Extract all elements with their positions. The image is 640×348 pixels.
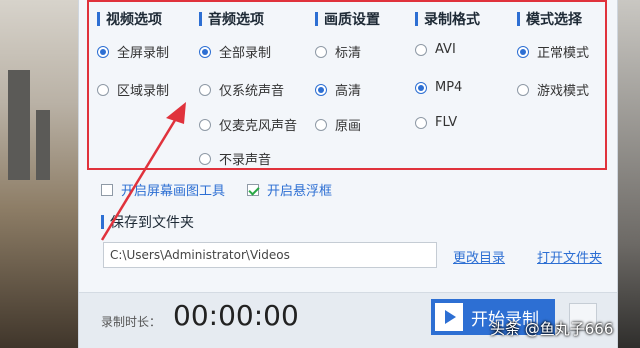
quality-options-column: 画质设置 标清 高清 原画: [315, 2, 415, 168]
section-bar-icon: [415, 12, 418, 26]
open-folder-link[interactable]: 打开文件夹: [537, 247, 602, 266]
duration-value: 00:00:00: [173, 299, 299, 332]
radio-icon: [199, 45, 211, 58]
radio-icon: [315, 45, 327, 58]
radio-icon: [97, 83, 109, 96]
save-folder-title: 保存到文件夹: [101, 212, 194, 232]
radio-icon: [199, 118, 211, 131]
radio-record-all[interactable]: 全部录制: [199, 42, 271, 61]
radio-icon: [315, 83, 327, 96]
section-bar-icon: [315, 12, 318, 26]
options-panel: 视频选项 全屏录制 区域录制 音频选项 全部录制 仅系统声音 仅麦克风声音 不录…: [87, 0, 607, 170]
radio-mic-only[interactable]: 仅麦克风声音: [199, 115, 297, 134]
radio-original[interactable]: 原画: [315, 115, 361, 134]
radio-flv[interactable]: FLV: [415, 115, 457, 130]
radio-icon: [199, 83, 211, 96]
feature-toggles: 开启屏幕画图工具 开启悬浮框: [101, 180, 332, 199]
radio-hd[interactable]: 高清: [315, 80, 361, 99]
radio-no-audio[interactable]: 不录声音: [199, 149, 271, 168]
mode-options-header: 模式选择: [517, 9, 582, 29]
radio-sd[interactable]: 标清: [315, 42, 361, 61]
audio-options-header: 音频选项: [199, 9, 264, 29]
play-icon: [435, 303, 463, 331]
radio-icon: [415, 43, 427, 56]
radio-icon: [199, 152, 211, 165]
quality-options-header: 画质设置: [315, 9, 380, 29]
radio-icon: [315, 118, 327, 131]
radio-avi[interactable]: AVI: [415, 42, 456, 57]
section-bar-icon: [97, 12, 100, 26]
brush-tool-checkbox[interactable]: 开启屏幕画图工具: [101, 180, 225, 199]
radio-icon: [415, 81, 427, 94]
duration-label: 录制时长：: [101, 315, 162, 329]
building-silhouette: [36, 110, 50, 180]
save-path-field[interactable]: C:\Users\Administrator\Videos: [103, 242, 437, 268]
radio-game-mode[interactable]: 游戏模式: [517, 80, 589, 99]
radio-mp4[interactable]: MP4: [415, 80, 462, 95]
recorder-window: 视频选项 全屏录制 区域录制 音频选项 全部录制 仅系统声音 仅麦克风声音 不录…: [78, 0, 618, 348]
video-options-header: 视频选项: [97, 9, 162, 29]
desktop-background: [0, 0, 80, 348]
float-window-checkbox[interactable]: 开启悬浮框: [247, 180, 332, 199]
radio-system-only[interactable]: 仅系统声音: [199, 80, 284, 99]
format-options-column: 录制格式 AVI MP4 FLV: [415, 2, 515, 168]
radio-icon: [97, 45, 109, 58]
checkmark-icon: [247, 183, 260, 196]
format-options-header: 录制格式: [415, 9, 480, 29]
change-directory-link[interactable]: 更改目录: [453, 247, 505, 266]
mode-options-column: 模式选择 正常模式 游戏模式: [517, 2, 607, 168]
building-silhouette: [8, 70, 30, 180]
radio-region[interactable]: 区域录制: [97, 80, 169, 99]
audio-options-column: 音频选项 全部录制 仅系统声音 仅麦克风声音 不录声音: [199, 2, 311, 168]
video-options-column: 视频选项 全屏录制 区域录制: [97, 2, 197, 168]
section-bar-icon: [101, 215, 104, 229]
radio-icon: [517, 83, 529, 96]
desktop-background-right: [618, 0, 640, 348]
radio-fullscreen[interactable]: 全屏录制: [97, 42, 169, 61]
watermark: 头条 @鱼丸子666: [490, 320, 614, 338]
radio-normal-mode[interactable]: 正常模式: [517, 42, 589, 61]
radio-icon: [415, 116, 427, 129]
section-bar-icon: [517, 12, 520, 26]
section-bar-icon: [199, 12, 202, 26]
checkbox-icon: [101, 183, 113, 196]
radio-icon: [517, 45, 529, 58]
